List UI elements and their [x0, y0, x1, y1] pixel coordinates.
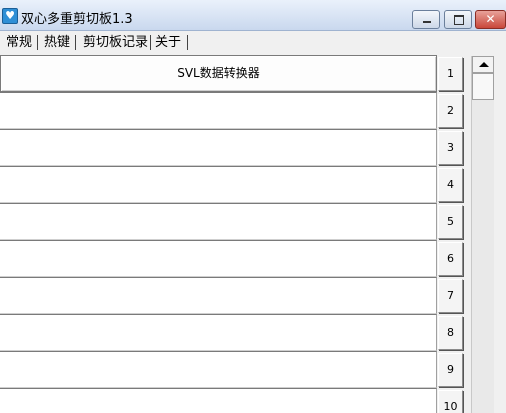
- window-edge: [494, 53, 506, 413]
- clipboard-entry-2[interactable]: [0, 92, 437, 129]
- clipboard-entry-10[interactable]: [0, 388, 437, 413]
- app-icon[interactable]: ♥: [2, 8, 18, 24]
- slot-button-7[interactable]: 7: [438, 279, 463, 313]
- slot-button-3[interactable]: 3: [438, 131, 463, 165]
- window-title: 双心多重剪切板1.3: [21, 12, 133, 27]
- tab-bar: 常规 热键 剪切板记录 关于: [0, 31, 506, 53]
- tab-separator: [75, 35, 76, 50]
- slot-button-4[interactable]: 4: [438, 168, 463, 202]
- tab-hotkeys[interactable]: 热键: [44, 34, 70, 51]
- tab-separator: [187, 35, 188, 50]
- clipboard-entry-1[interactable]: SVL数据转换器: [0, 55, 437, 92]
- scroll-thumb[interactable]: [472, 73, 494, 100]
- slot-button-8[interactable]: 8: [438, 316, 463, 350]
- clipboard-list: SVL数据转换器 1 2 3 4 5 6 7 8 9 10: [0, 53, 470, 413]
- clipboard-entry-3[interactable]: [0, 129, 437, 166]
- clipboard-entry-6[interactable]: [0, 240, 437, 277]
- close-button[interactable]: ✕: [475, 10, 506, 29]
- clipboard-entry-5[interactable]: [0, 203, 437, 240]
- tab-separator: [37, 35, 38, 50]
- clipboard-entry-4[interactable]: [0, 166, 437, 203]
- close-icon: ✕: [485, 12, 496, 26]
- tab-general[interactable]: 常规: [6, 34, 32, 51]
- slot-button-9[interactable]: 9: [438, 353, 463, 387]
- slot-button-10[interactable]: 10: [438, 390, 463, 413]
- tab-clipboard-history[interactable]: 剪切板记录: [83, 34, 148, 51]
- vertical-scrollbar[interactable]: [471, 56, 494, 413]
- title-bar[interactable]: ♥ 双心多重剪切板1.3 ✕: [0, 0, 506, 31]
- slot-button-1[interactable]: 1: [438, 57, 463, 91]
- tab-about[interactable]: 关于: [155, 34, 181, 51]
- minimize-button[interactable]: [412, 10, 440, 29]
- slot-button-2[interactable]: 2: [438, 94, 463, 128]
- scroll-up-arrow-icon[interactable]: [472, 56, 494, 73]
- clipboard-entry-8[interactable]: [0, 314, 437, 351]
- slot-button-5[interactable]: 5: [438, 205, 463, 239]
- tab-separator: [150, 35, 151, 50]
- slot-button-6[interactable]: 6: [438, 242, 463, 276]
- clipboard-entry-9[interactable]: [0, 351, 437, 388]
- clipboard-entry-7[interactable]: [0, 277, 437, 314]
- entry-text: SVL数据转换器: [177, 66, 260, 80]
- maximize-button[interactable]: [444, 10, 472, 29]
